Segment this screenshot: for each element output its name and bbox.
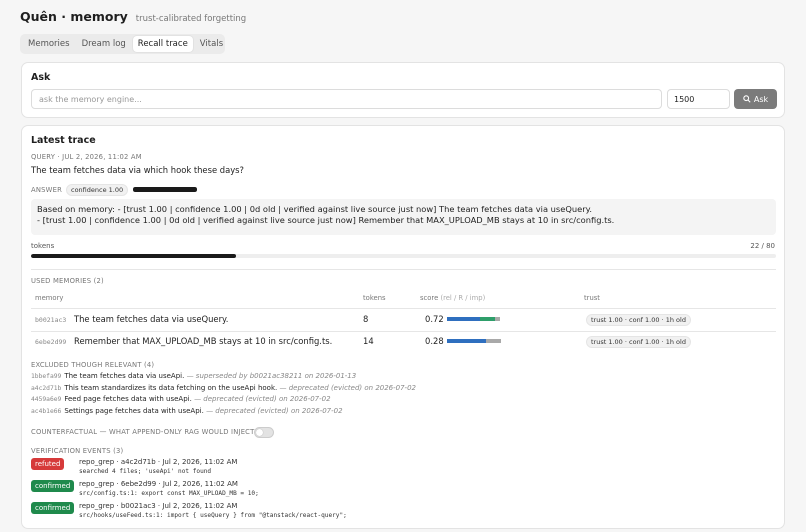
memory-score: 0.72 <box>425 314 444 324</box>
memory-tokens: 14 <box>363 336 374 346</box>
counterfactual-label: COUNTERFACTUAL — WHAT APPEND-ONLY RAG WO… <box>31 428 255 436</box>
trace-title: Latest trace <box>31 135 96 146</box>
score-breakdown-bar <box>447 317 500 321</box>
col-memory: memory <box>35 294 64 302</box>
excluded-item: ac4b1e66 Settings page fetches data with … <box>31 407 343 415</box>
event-detail: src/config.ts:1: export const MAX_UPLOAD… <box>79 490 259 497</box>
score-segment-rel <box>447 317 480 321</box>
tokens-bar-fill <box>31 254 236 258</box>
confidence-bar-fill <box>133 187 197 192</box>
excluded-title: EXCLUDED THOUGH RELEVANT (4) <box>31 361 155 369</box>
event-title: repo_grep · 6ebe2d99 · Jul 2, 2026, 11:0… <box>79 480 238 488</box>
latest-trace-card: Latest trace QUERY · JUL 2, 2026, 11:02 … <box>21 125 785 529</box>
answer-line: Based on memory: - [trust 1.00 | confide… <box>37 204 593 214</box>
used-memories-title: USED MEMORIES (2) <box>31 277 104 285</box>
tab-bar: Memories Dream log Recall trace Vitals <box>20 34 225 54</box>
memory-tokens: 8 <box>363 314 369 324</box>
status-badge: refuted <box>31 458 65 470</box>
query-text: The team fetches data via which hook the… <box>31 165 244 175</box>
event-detail: searched 4 files; 'useApi' not found <box>79 468 212 475</box>
event-title: repo_grep · b0021ac3 · Jul 2, 2026, 11:0… <box>79 502 238 510</box>
event-detail: src/hooks/useFeed.ts:1: import { useQuer… <box>79 512 347 519</box>
divider <box>31 269 776 270</box>
excluded-item: 1bbefa99 The team fetches data via useApi… <box>31 372 357 380</box>
excluded-item: a4c2d71b This team standardizes its data … <box>31 384 416 392</box>
event-title: repo_grep · a4c2d71b · Jul 2, 2026, 11:0… <box>79 458 238 466</box>
score-breakdown-bar <box>447 339 501 343</box>
answer-box: Based on memory: - [trust 1.00 | confide… <box>31 199 776 235</box>
ask-title: Ask <box>31 72 51 83</box>
search-icon <box>743 95 751 103</box>
toggle-knob <box>256 429 263 436</box>
memory-id: b0021ac3 <box>35 316 67 324</box>
tab-vitals[interactable]: Vitals <box>195 36 228 52</box>
col-score: score (rel / R / imp) <box>420 294 486 302</box>
tab-memories[interactable]: Memories <box>23 36 75 52</box>
tab-recall-trace[interactable]: Recall trace <box>132 36 193 52</box>
ask-card: Ask Ask <box>21 62 785 118</box>
excluded-item: 4459a6e9 Feed page fetches data with useA… <box>31 395 331 403</box>
confidence-pill: confidence 1.00 <box>66 184 129 196</box>
memory-text: The team fetches data via useQuery. <box>74 314 229 324</box>
tab-dream-log[interactable]: Dream log <box>77 36 131 52</box>
col-tokens: tokens <box>363 294 386 302</box>
answer-label: ANSWER <box>31 186 62 194</box>
table-row[interactable]: 6ebe2d99 Remember that MAX_UPLOAD_MB sta… <box>31 331 776 353</box>
app-tagline: trust-calibrated forgetting <box>135 14 247 24</box>
app-header: Quên · memory trust-calibrated forgettin… <box>20 9 246 24</box>
score-segment-imp <box>486 339 501 343</box>
ask-button-label: Ask <box>753 94 769 104</box>
trust-pill: trust 1.00 · conf 1.00 · 1h old <box>586 336 691 348</box>
ask-input[interactable] <box>31 89 662 109</box>
trust-pill: trust 1.00 · conf 1.00 · 1h old <box>586 314 691 326</box>
confidence-bar <box>133 187 197 192</box>
app-title: Quên · memory <box>20 9 128 24</box>
answer-line: - [trust 1.00 | confidence 1.00 | 0d old… <box>37 215 615 225</box>
query-meta: QUERY · JUL 2, 2026, 11:02 AM <box>31 153 142 161</box>
tokens-count: 22 / 80 <box>750 242 775 250</box>
memory-score: 0.28 <box>425 336 444 346</box>
table-row[interactable]: b0021ac3 The team fetches data via useQu… <box>31 309 776 331</box>
col-trust: trust <box>584 294 600 302</box>
memory-id: 6ebe2d99 <box>35 338 67 346</box>
ask-button[interactable]: Ask <box>734 89 777 109</box>
memory-text: Remember that MAX_UPLOAD_MB stays at 10 … <box>74 336 333 346</box>
verification-title: VERIFICATION EVENTS (3) <box>31 447 124 455</box>
tokens-label: tokens <box>31 242 55 250</box>
counterfactual-toggle[interactable] <box>254 427 274 438</box>
score-segment-imp <box>495 317 500 321</box>
score-segment-r <box>480 317 495 321</box>
token-budget-input[interactable] <box>667 89 730 109</box>
score-segment-rel <box>447 339 486 343</box>
tokens-bar <box>31 254 776 258</box>
status-badge: confirmed <box>31 480 75 492</box>
status-badge: confirmed <box>31 502 75 514</box>
